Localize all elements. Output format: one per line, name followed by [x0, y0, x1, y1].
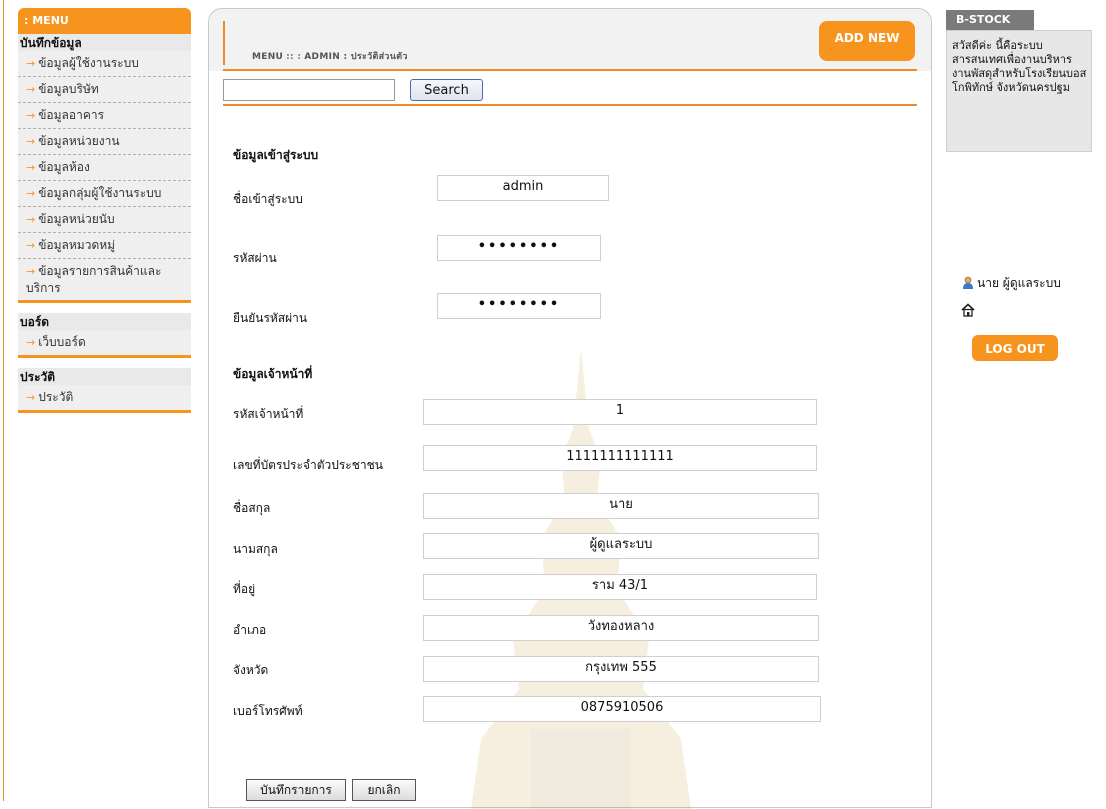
address-label: ที่อยู่: [233, 582, 256, 596]
main-panel: MENU:: : ADMIN : ประวัติส่วนตัว ADD NEW S…: [208, 8, 932, 809]
confirm-password-field[interactable]: ••••••••: [437, 293, 601, 319]
menu-item-user-group[interactable]: → ข้อมูลกลุ่มผู้ใช้งานระบบ: [18, 181, 191, 207]
menu-group-board: บอร์ด → เว็บบอร์ด: [18, 313, 191, 355]
username-label: ชื่อเข้าสู่ระบบ: [233, 192, 303, 206]
last-name-field[interactable]: ผู้ดูแลระบบ: [423, 533, 819, 559]
address-field[interactable]: ราม 43/1: [423, 574, 817, 600]
menu-item-building[interactable]: → ข้อมูลอาคาร: [18, 103, 191, 129]
breadcrumb: MENU:: : ADMIN : ประวัติส่วนตัว: [252, 49, 408, 63]
first-name-field[interactable]: นาย: [423, 493, 819, 519]
menu-item-history[interactable]: → ประวัติ: [18, 385, 191, 410]
menu-item-products[interactable]: → ข้อมูลรายการสินค้าและบริการ: [18, 259, 191, 300]
menu-item-users[interactable]: → ข้อมูลผู้ใช้งานระบบ: [18, 51, 191, 77]
arrow-right-icon: →: [26, 187, 36, 200]
breadcrumb-page: : ประวัติส่วนตัว: [343, 52, 408, 62]
username-field[interactable]: admin: [437, 175, 609, 201]
user-name: นาย ผู้ดูแลระบบ: [977, 276, 1061, 290]
breadcrumb-menu[interactable]: MENU: [252, 52, 283, 62]
breadcrumb-separator: :: :: [286, 52, 302, 62]
menu-group-title: บอร์ด: [18, 313, 191, 330]
menu-group-divider: [18, 300, 191, 303]
search-button[interactable]: Search: [410, 79, 483, 101]
arrow-right-icon: →: [26, 239, 36, 252]
menu-item-unit[interactable]: → ข้อมูลหน่วยนับ: [18, 207, 191, 233]
menu-item-webboard[interactable]: → เว็บบอร์ด: [18, 330, 191, 355]
arrow-right-icon: →: [26, 391, 36, 404]
menu-group-divider: [18, 410, 191, 413]
header-accent-bar: [223, 21, 225, 65]
staff-section-title: ข้อมูลเจ้าหน้าที่: [233, 367, 313, 381]
brand-header: B-STOCK: [946, 10, 1034, 30]
arrow-right-icon: →: [26, 336, 36, 349]
menu-group-record: บันทึกข้อมูล → ข้อมูลผู้ใช้งานระบบ → ข้อมู…: [18, 34, 191, 300]
password-field[interactable]: ••••••••: [437, 235, 601, 261]
arrow-right-icon: →: [26, 135, 36, 148]
password-label: รหัสผ่าน: [233, 251, 277, 265]
search-divider: [223, 104, 917, 106]
first-name-label: ชื่อสกุล: [233, 501, 271, 515]
menu-item-room[interactable]: → ข้อมูลห้อง: [18, 155, 191, 181]
national-id-label: เลขที่บัตรประจำตัวประชาชน: [233, 458, 383, 472]
left-edge-rule: [3, 0, 4, 801]
menu-group-history: ประวัติ → ประวัติ: [18, 368, 191, 410]
search-input[interactable]: [223, 79, 395, 101]
national-id-field[interactable]: 1111111111111: [423, 445, 817, 471]
left-menu: : MENU บันทึกข้อมูล → ข้อมูลผู้ใช้งานระบบ…: [18, 8, 191, 423]
last-name-label: นามสกุล: [233, 542, 278, 556]
district-label: อำเภอ: [233, 623, 267, 637]
arrow-right-icon: →: [26, 109, 36, 122]
arrow-right-icon: →: [26, 213, 36, 226]
menu-item-company[interactable]: → ข้อมูลบริษัท: [18, 77, 191, 103]
menu-item-category[interactable]: → ข้อมูลหมวดหมู่: [18, 233, 191, 259]
district-field[interactable]: วังทองหลาง: [423, 615, 819, 641]
arrow-right-icon: →: [26, 265, 36, 278]
staff-id-field[interactable]: 1: [423, 399, 817, 425]
menu-group-title: บันทึกข้อมูล: [18, 34, 191, 51]
phone-label: เบอร์โทรศัพท์: [233, 704, 303, 718]
phone-field[interactable]: 0875910506: [423, 696, 821, 722]
login-section-title: ข้อมูลเข้าสู่ระบบ: [233, 148, 319, 162]
staff-id-label: รหัสเจ้าหน้าที่: [233, 407, 304, 421]
breadcrumb-admin[interactable]: ADMIN: [304, 52, 340, 62]
menu-header: : MENU: [18, 8, 191, 34]
header-divider: [223, 69, 917, 71]
arrow-right-icon: →: [26, 83, 36, 96]
menu-group-divider: [18, 355, 191, 358]
user-icon: [963, 276, 973, 289]
province-label: จังหวัด: [233, 663, 269, 677]
arrow-right-icon: →: [26, 57, 36, 70]
save-button[interactable]: บันทึกรายการ: [246, 779, 346, 801]
add-new-button[interactable]: ADD NEW: [819, 21, 915, 61]
cancel-button[interactable]: ยกเลิก: [352, 779, 416, 801]
home-icon[interactable]: [961, 303, 975, 317]
confirm-password-label: ยืนยันรหัสผ่าน: [233, 311, 308, 325]
welcome-box: สวัสดีค่ะ นี้คือระบบสารสนเทศเพื่องานบริห…: [946, 30, 1092, 152]
menu-item-department[interactable]: → ข้อมูลหน่วยงาน: [18, 129, 191, 155]
arrow-right-icon: →: [26, 161, 36, 174]
logout-button[interactable]: LOG OUT: [972, 335, 1058, 361]
current-user: นาย ผู้ดูแลระบบ: [962, 274, 1061, 293]
province-field[interactable]: กรุงเทพ 555: [423, 656, 819, 682]
menu-group-title: ประวัติ: [18, 368, 191, 385]
